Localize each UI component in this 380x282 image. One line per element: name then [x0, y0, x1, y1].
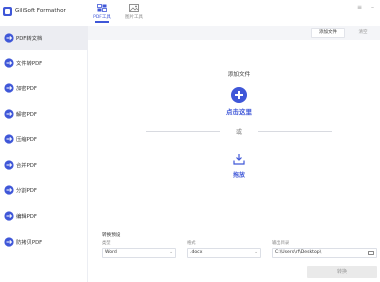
sidebar-item-compress-pdf[interactable]: 压缩PDF — [0, 127, 88, 151]
sidebar-item-pdf-to-doc[interactable]: PDF转文档 — [0, 26, 88, 50]
sidebar-item-split-pdf[interactable]: 分割PDF — [0, 178, 88, 202]
sidebar-item-label: 解密PDF — [16, 112, 37, 118]
or-separator: 或 — [235, 129, 242, 136]
sidebar-item-label: 压缩PDF — [16, 137, 37, 143]
app-title: GiliSoft Formathor — [15, 8, 66, 14]
output-settings: 转换预设 类型 Word ⌄ 格式 .docx ⌄ 输出目录 C:\Users\… — [88, 228, 380, 282]
output-folder-value: C:\Users\rf\Desktop\ — [275, 250, 322, 255]
convert-button[interactable]: 转换 — [307, 266, 377, 278]
chevron-down-icon: ⌄ — [254, 250, 258, 255]
type-value: Word — [105, 250, 117, 255]
minimize-icon[interactable]: – — [371, 4, 374, 11]
output-folder-field[interactable]: C:\Users\rf\Desktop\ — [272, 248, 377, 258]
sidebar-item-merge-pdf[interactable]: 合并PDF — [0, 153, 88, 177]
compress-pdf-icon — [4, 134, 14, 144]
sidebar-item-encrypt-pdf[interactable]: 加密PDF — [0, 76, 88, 100]
format-label: 格式 — [187, 241, 196, 246]
file-to-pdf-icon — [4, 58, 14, 68]
sidebar-item-label: 分割PDF — [16, 188, 37, 194]
clear-button[interactable]: 清空 — [348, 28, 378, 38]
app-logo-icon — [3, 7, 12, 16]
click-here-link[interactable]: 点击这里 — [88, 106, 380, 116]
sidebar-item-decrypt-pdf[interactable]: 解密PDF — [0, 102, 88, 126]
title-bar: GiliSoft Formathor PDF工具 图片工具 ≡ – — [0, 0, 380, 26]
drop-zone[interactable]: 添加文件 点击这里 或 拖放 — [88, 40, 380, 240]
merge-pdf-icon — [4, 160, 14, 170]
output-settings-title: 转换预设 — [102, 233, 121, 238]
sidebar-item-label: 编辑PDF — [16, 214, 37, 220]
folder-icon[interactable] — [368, 251, 374, 255]
sidebar-item-label: 文件转PDF — [16, 61, 43, 67]
active-tab-indicator — [95, 21, 109, 23]
sidebar-item-copy-protect-pdf[interactable]: 防拷贝PDF — [0, 230, 88, 254]
sidebar-item-edit-pdf[interactable]: 编辑PDF — [0, 204, 88, 228]
main-panel: 添加文件 清空 添加文件 点击这里 或 拖放 转换预设 类型 Word ⌄ 格式… — [88, 26, 380, 282]
add-file-plus-icon[interactable] — [231, 87, 247, 103]
format-value: .docx — [190, 250, 203, 255]
tab-pdf-tools[interactable]: PDF工具 — [93, 4, 111, 26]
tab-image-tools-label: 图片工具 — [125, 15, 143, 20]
window-controls: ≡ – — [350, 4, 374, 11]
sidebar: PDF转文档 文件转PDF 加密PDF 解密PDF 压缩PDF 合并PDF 分割… — [0, 26, 88, 282]
type-select[interactable]: Word ⌄ — [102, 248, 176, 258]
add-file-button[interactable]: 添加文件 — [311, 28, 345, 38]
edit-pdf-icon — [4, 211, 14, 221]
menu-icon[interactable]: ≡ — [357, 4, 362, 11]
drop-download-icon — [233, 154, 245, 165]
sidebar-item-label: 加密PDF — [16, 86, 37, 92]
pdf-tools-icon — [97, 4, 107, 12]
divider-right — [258, 131, 332, 132]
tab-image-tools[interactable]: 图片工具 — [124, 4, 144, 26]
format-select[interactable]: .docx ⌄ — [187, 248, 261, 258]
chevron-down-icon: ⌄ — [169, 250, 173, 255]
output-folder-label: 输出目录 — [272, 241, 290, 246]
type-label: 类型 — [102, 241, 111, 246]
drag-drop-label: 拖放 — [232, 172, 245, 179]
split-pdf-icon — [4, 185, 14, 195]
file-toolbar: 添加文件 清空 — [88, 26, 380, 40]
sidebar-item-label: 合并PDF — [16, 163, 37, 169]
decrypt-pdf-icon — [4, 109, 14, 119]
add-file-heading: 添加文件 — [227, 72, 251, 78]
encrypt-pdf-icon — [4, 83, 14, 93]
sidebar-item-label: 防拷贝PDF — [16, 240, 43, 246]
copy-protect-pdf-icon — [4, 237, 14, 247]
pdf-to-doc-icon — [4, 33, 14, 43]
tab-pdf-tools-label: PDF工具 — [93, 15, 111, 20]
sidebar-item-label: PDF转文档 — [16, 36, 43, 42]
sidebar-item-file-to-pdf[interactable]: 文件转PDF — [0, 51, 88, 75]
image-tools-icon — [129, 4, 139, 12]
